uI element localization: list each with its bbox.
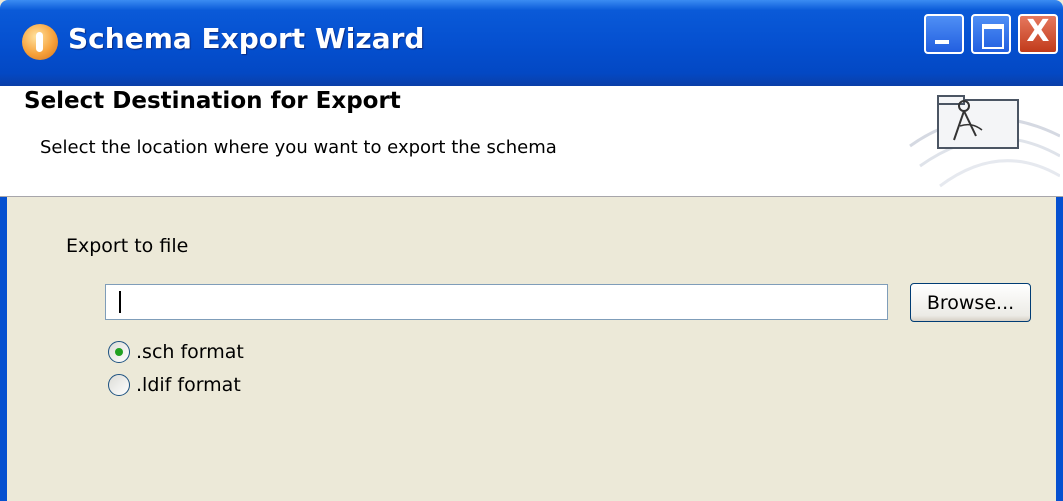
app-icon bbox=[22, 24, 58, 60]
compass-folder-icon bbox=[909, 95, 1060, 188]
schema-export-wizard-window: Schema Export Wizard X Select Destinatio… bbox=[0, 0, 1063, 501]
close-button[interactable]: X bbox=[1018, 14, 1058, 54]
browse-button[interactable]: Browse... bbox=[910, 283, 1031, 322]
export-to-file-label: Export to file bbox=[66, 235, 189, 257]
minimize-button[interactable] bbox=[924, 14, 964, 54]
close-icon: X bbox=[1026, 14, 1050, 49]
title-bar[interactable]: Schema Export Wizard X bbox=[0, 0, 1063, 86]
sch-format-option[interactable]: .sch format bbox=[108, 341, 244, 363]
sch-format-radio[interactable] bbox=[108, 341, 130, 363]
wizard-header-banner: Select Destination for Export Select the… bbox=[0, 86, 1063, 197]
maximize-button[interactable] bbox=[971, 14, 1011, 54]
page-subtitle: Select the location where you want to ex… bbox=[40, 137, 557, 158]
ldif-format-radio[interactable] bbox=[108, 374, 130, 396]
ldif-format-label: .ldif format bbox=[136, 374, 241, 396]
ldif-format-option[interactable]: .ldif format bbox=[108, 374, 241, 396]
page-title: Select Destination for Export bbox=[24, 88, 401, 114]
window-title: Schema Export Wizard bbox=[68, 22, 425, 55]
sch-format-label: .sch format bbox=[136, 341, 244, 363]
text-caret bbox=[119, 291, 121, 313]
export-file-path-input[interactable] bbox=[105, 284, 888, 320]
